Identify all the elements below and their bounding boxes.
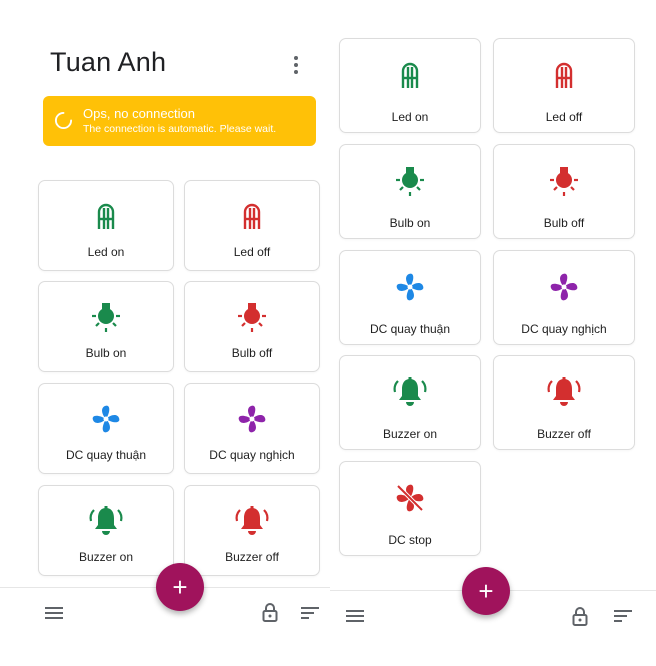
connection-warning-banner: Ops, no connection The connection is aut…	[43, 96, 316, 146]
card-label: Led off	[233, 245, 271, 259]
right-screen: Led on Led off Bulb on Bulb off DC quay …	[330, 0, 656, 666]
more-vert-icon	[294, 56, 298, 60]
banner-subtitle: The connection is automatic. Please wait…	[83, 123, 277, 135]
card-led-off[interactable]: Led off	[184, 180, 320, 271]
more-options-button[interactable]	[286, 54, 306, 76]
fan-off-icon	[340, 481, 480, 515]
card-label: Led on	[391, 110, 429, 124]
banner-title: Ops, no connection	[83, 106, 196, 121]
lock-icon[interactable]	[262, 602, 278, 622]
bulb-icon	[340, 164, 480, 198]
sort-icon[interactable]	[614, 609, 632, 623]
card-dc-quay-thuan[interactable]: DC quay thuận	[339, 250, 481, 345]
card-label: DC quay thuận	[369, 322, 451, 336]
card-dc-quay-thuan[interactable]: DC quay thuận	[38, 383, 174, 474]
fan-icon	[185, 402, 319, 436]
bell-ringing-icon	[39, 504, 173, 538]
bell-ringing-icon	[185, 504, 319, 538]
page-title: Tuan Anh	[50, 47, 167, 77]
card-label: DC quay nghịch	[521, 322, 607, 336]
card-bulb-off[interactable]: Bulb off	[493, 144, 635, 239]
card-dc-quay-nghich[interactable]: DC quay nghịch	[493, 250, 635, 345]
card-buzzer-off[interactable]: Buzzer off	[493, 355, 635, 450]
card-led-on[interactable]: Led on	[38, 180, 174, 271]
card-led-on[interactable]: Led on	[339, 38, 481, 133]
bell-ringing-icon	[340, 375, 480, 409]
lock-icon[interactable]	[572, 606, 588, 626]
card-label: Bulb on	[85, 346, 127, 360]
card-dc-stop[interactable]: DC stop	[339, 461, 481, 556]
card-bulb-on[interactable]: Bulb on	[339, 144, 481, 239]
card-label: Buzzer on	[382, 427, 438, 441]
card-label: DC quay nghịch	[209, 448, 295, 462]
left-screen: Tuan Anh Ops, no connection The connecti…	[0, 0, 330, 666]
led-icon	[185, 199, 319, 233]
card-label: DC stop	[388, 533, 432, 547]
card-led-off[interactable]: Led off	[493, 38, 635, 133]
card-label: DC quay thuận	[65, 448, 147, 462]
card-label: Bulb off	[231, 346, 273, 360]
card-dc-quay-nghich[interactable]: DC quay nghịch	[184, 383, 320, 474]
card-label: Bulb on	[389, 216, 431, 230]
add-button[interactable]: +	[462, 567, 510, 615]
bulb-icon	[185, 300, 319, 334]
menu-icon[interactable]	[45, 606, 63, 620]
fan-icon	[494, 270, 634, 304]
bell-ringing-icon	[494, 375, 634, 409]
card-bulb-off[interactable]: Bulb off	[184, 281, 320, 372]
card-buzzer-on[interactable]: Buzzer on	[339, 355, 481, 450]
loading-spinner-icon	[54, 111, 73, 130]
card-label: Buzzer off	[537, 427, 591, 441]
card-bulb-on[interactable]: Bulb on	[38, 281, 174, 372]
card-label: Led on	[87, 245, 125, 259]
bulb-icon	[494, 164, 634, 198]
fan-icon	[39, 402, 173, 436]
add-button[interactable]: +	[156, 563, 204, 611]
led-icon	[340, 58, 480, 92]
card-label: Buzzer off	[225, 550, 279, 564]
sort-icon[interactable]	[301, 606, 319, 620]
card-label: Led off	[545, 110, 583, 124]
led-icon	[39, 199, 173, 233]
fan-icon	[340, 270, 480, 304]
card-label: Bulb off	[543, 216, 585, 230]
card-label: Buzzer on	[78, 550, 134, 564]
led-icon	[494, 58, 634, 92]
bulb-icon	[39, 300, 173, 334]
menu-icon[interactable]	[346, 609, 364, 623]
card-buzzer-off[interactable]: Buzzer off	[184, 485, 320, 576]
card-buzzer-on[interactable]: Buzzer on	[38, 485, 174, 576]
